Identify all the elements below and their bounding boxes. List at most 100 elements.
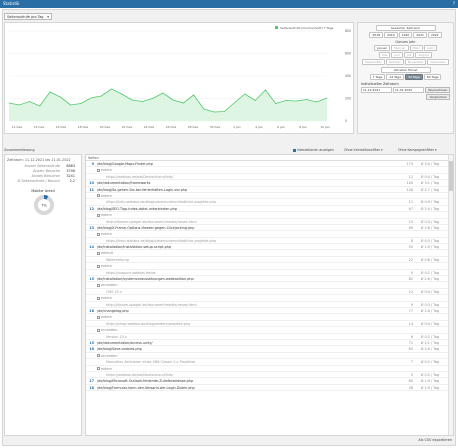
data-point [275,103,277,104]
data-point [29,101,30,102]
month-button[interactable]: Oktober [385,59,404,65]
page-path: /de/blog/Formular-kann-den-Versand-der-L… [97,385,195,390]
expand-icon[interactable] [97,283,100,287]
data-point [90,97,92,99]
expand-icon[interactable] [97,194,100,198]
month-button[interactable]: Mai [379,52,391,58]
expand-icon[interactable] [97,232,100,236]
chart-range-select[interactable]: Seitenaufrufe pro Tag ▾ [4,13,52,20]
expand-icon[interactable] [97,328,100,332]
expand-icon[interactable] [97,168,100,172]
month-button[interactable]: April [423,45,437,51]
stat-row: Ø Seitenaufrufe / Besuch 2.2 [11,179,75,184]
data-point [316,101,318,103]
year-button[interactable]: 2019 [384,32,398,38]
chevron-down-icon: ▾ [47,15,49,19]
current-month-button[interactable]: Aktueller Monat [380,67,431,73]
x-tick-label: 10 Jan [320,125,329,129]
quick-range-button[interactable]: 14 Tage [386,74,405,80]
data-point [203,108,205,110]
x-tick-label: 14 Dez [34,125,45,129]
data-point [152,98,154,99]
data-point [121,93,123,95]
month-button[interactable]: Januar [374,45,390,51]
x-tick-label: 30 Dez [210,125,221,129]
year-button[interactable]: 2020 [398,32,413,38]
year-buttons: 2018 2019 2020 2021 2022 [358,32,453,38]
quick-range-button[interactable]: 7 Tage [369,74,386,80]
expand-icon[interactable] [97,367,100,370]
data-point [265,89,266,91]
checkbox-icon[interactable] [293,148,296,152]
data-point [49,91,51,93]
data-point [141,101,143,102]
expand-icon[interactable] [97,315,100,319]
mobile-share-value: 7% [41,203,47,207]
summary-title: Zusammenfassung [4,148,35,152]
date-from-input[interactable]: 11.12.2021 [361,87,392,93]
month-button[interactable]: August [415,52,432,58]
campaign-filter-select[interactable]: Ohne Kampagnenfilter ▾ [398,148,437,152]
x-tick-label: 20 Dez [100,125,111,129]
month-buttons-row-1: Januar Februar März April [358,45,453,51]
data-point [18,104,20,106]
x-tick-label: 18 Dez [78,125,89,129]
data-point [193,94,195,96]
total-period-button[interactable]: Gesamter Zeitraum [375,25,436,31]
pages-panel: Seiten 9/de/blog/Google-Maps-Finder.php 1… [85,154,454,436]
expand-icon[interactable] [97,264,100,268]
data-point [131,99,133,101]
month-button[interactable]: Juni [391,52,403,58]
month-button[interactable]: März [409,45,423,51]
month-button[interactable]: Dezember [427,59,449,65]
data-point [213,111,215,113]
data-point [8,102,10,104]
date-to-input[interactable]: 11.01.2022 [393,87,424,93]
month-button[interactable]: November [404,59,427,65]
x-tick-label: 28 Dez [188,125,199,129]
year-button[interactable]: 2022 [427,32,442,38]
data-point [285,100,287,101]
page-duration: Ø 1:9 / Tag [420,385,439,390]
x-tick-label: 22 Dez [122,125,133,129]
quick-range-button[interactable]: 60 Tage [423,74,442,80]
data-point [326,97,328,99]
year-button[interactable]: 2018 [369,32,384,38]
stat-value: 2.2 [69,179,75,183]
csv-export-link[interactable]: Als CSV exportieren [418,438,452,442]
pages-scrollbar[interactable] [448,155,453,435]
data-point [70,104,71,106]
expand-icon[interactable] [97,296,100,300]
interaction-filter-select[interactable]: Ohne Interaktionsfilter ▾ [344,148,383,152]
expand-icon[interactable] [97,354,100,358]
x-tick-label: 26 Dez [166,125,177,129]
page-row[interactable]: 18/de/blog/Formular-kann-den-Versand-der… [86,385,453,392]
year-button[interactable]: 2021 [413,32,427,38]
month-button[interactable]: September [362,59,385,65]
page-rank: 18 [89,385,94,390]
help-icon[interactable]: ? [453,0,455,8]
chart-panel: 800 600 400 200 0 12 Dez 14 Dez 16 Dez 18 Dez 20 … [4,22,354,134]
y-tick-label: 200 [345,97,351,101]
summary-stats: Anzahl Seitenaufrufe 8883 Anzahl Besuche 37… [5,163,81,185]
expand-icon[interactable] [97,213,100,217]
chart-range-select-value: Seitenaufrufe pro Tag [7,15,44,19]
data-point [224,111,225,112]
y-tick-label: 600 [345,52,351,56]
x-tick-label: 24 Dez [144,125,155,129]
expand-icon[interactable] [97,251,100,255]
interactions-toggle[interactable]: Interaktionen anzeigen [293,148,334,152]
data-point [295,100,297,102]
x-tick-label: 2 Jan [233,125,241,129]
month-button[interactable]: Juli [403,52,415,58]
data-point [80,103,82,104]
compare-button[interactable]: Vergleichen [426,94,450,100]
scrollbar-thumb[interactable] [449,161,453,191]
month-button[interactable]: Februar [390,45,409,51]
quick-range-button[interactable]: 30 Tage [405,74,423,80]
apply-button[interactable]: Übernehmen [425,87,451,93]
y-tick-label: 400 [345,74,351,78]
data-point [59,96,61,98]
campaign-filter-value: Ohne Kampagnenfilter [398,148,435,152]
legend-label: Seitenaufrufe (Durchschnitt) 7 Tage [280,26,334,30]
